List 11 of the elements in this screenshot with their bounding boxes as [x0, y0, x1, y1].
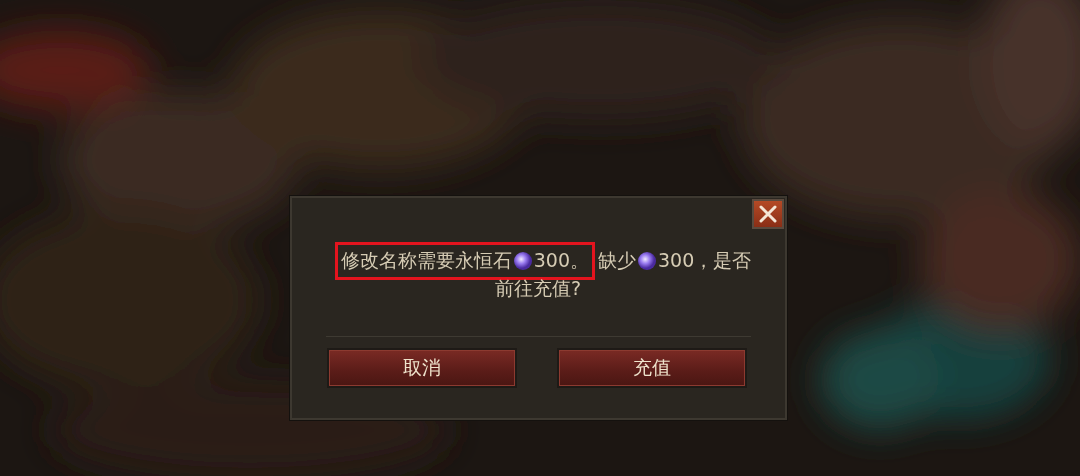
dialog-button[interactable]: 充值: [556, 348, 747, 388]
close-button[interactable]: [751, 199, 784, 229]
gem-icon: [637, 251, 657, 271]
message-text: 修改名称需要永恒石: [340, 248, 512, 273]
dialog-button[interactable]: 取消: [326, 348, 517, 388]
close-icon: [758, 205, 777, 223]
message-text: 300。: [533, 248, 589, 273]
message-text: 300，是否: [658, 248, 752, 273]
message-text: 前往充值?: [494, 277, 582, 299]
message-text: 缺少: [598, 248, 636, 273]
gem-icon: [512, 251, 533, 271]
